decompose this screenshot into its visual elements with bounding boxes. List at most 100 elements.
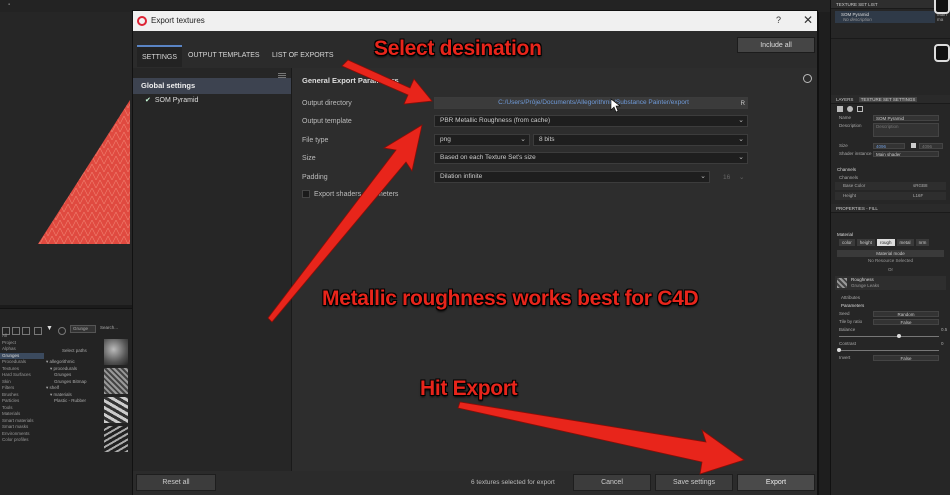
output-template-select[interactable]: PBR Metallic Roughness (from cache) ⌄ [434, 115, 748, 127]
reset-icon[interactable] [803, 74, 812, 83]
tab-output-templates[interactable]: Output templates [183, 45, 265, 67]
padding-select[interactable]: Dilation infinite ⌄ [434, 171, 710, 183]
invert-row: Invert False [831, 354, 950, 362]
description-row: Description Description [831, 122, 950, 142]
tab-texture-set-settings[interactable]: Texture Set Settings [858, 97, 918, 102]
shader-row: Shader instance Main shader [831, 150, 950, 158]
cancel-button[interactable]: Cancel [573, 474, 651, 491]
name-field[interactable]: SOM Pyramid [873, 115, 939, 121]
relative-path-button[interactable]: R [741, 99, 745, 109]
file-format-value: png [440, 136, 451, 143]
menu-stub: ▪ [8, 2, 11, 8]
random-button[interactable]: Random [873, 311, 939, 317]
output-template-label: Output template [302, 118, 352, 125]
attributes-section[interactable]: Attributes [831, 294, 950, 302]
invert-field[interactable]: False [873, 355, 939, 361]
shelf-category-list: All Project Alphas Grunges Procedurals Textur… [0, 333, 44, 444]
annotation-metallic: Metallic roughness works best for C4D [322, 287, 699, 310]
chevron-down-icon: ⌄ [700, 173, 706, 180]
tab-layers[interactable]: Layers [836, 97, 853, 102]
roughness-resource[interactable]: Roughness Grunge Leaks [835, 276, 946, 290]
help-button[interactable]: ? [776, 15, 781, 25]
filter-icon[interactable]: ▼ [46, 325, 54, 333]
bit-depth-select[interactable]: 8 bits ⌄ [533, 134, 748, 146]
export-shaders-label: Export shaders parameters [314, 191, 399, 198]
reset-all-button[interactable]: Reset all [136, 474, 216, 491]
layer-icon[interactable] [837, 106, 843, 112]
dialog-title: Export textures [151, 16, 205, 25]
material-channel-button[interactable]: metal [896, 239, 914, 246]
chevron-down-icon: ⌄ [738, 136, 744, 143]
material-mode-button[interactable]: Material mode [837, 250, 944, 257]
shelf-category-item[interactable]: Color profiles [0, 437, 44, 444]
thumbnail[interactable] [104, 397, 128, 423]
base-color-format[interactable]: sRGB8 [913, 182, 928, 190]
base-color-row: Base Color sRGB8 [835, 182, 946, 190]
material-buttons: color height rough metal nrm [831, 239, 950, 248]
thumbnail[interactable] [104, 426, 128, 452]
material-channel-button[interactable]: nrm [915, 239, 930, 246]
pyramid-mesh [38, 100, 130, 244]
export-textures-dialog: Export textures ? ✕ Settings Output temp… [132, 10, 818, 495]
roughness-thumb [837, 278, 847, 288]
padding-number[interactable]: 16 [723, 174, 730, 181]
right-toolbar-strip [818, 12, 830, 495]
material-channel-button[interactable]: rough [877, 239, 895, 246]
tab-list-of-exports[interactable]: List of exports [267, 45, 339, 67]
contrast-row: Contrast 0 [839, 341, 944, 346]
lock-icon[interactable] [911, 143, 916, 148]
description-field[interactable]: Description [873, 123, 939, 137]
shelf-filter-tag[interactable]: Grunge [70, 325, 96, 333]
thumbnail[interactable] [104, 368, 128, 394]
chevron-down-icon: ⌄ [520, 136, 526, 143]
texture-set-item[interactable]: SOM Pyramid No description Main ma [835, 11, 947, 23]
height-format[interactable]: L16F [913, 192, 923, 200]
size-select[interactable]: Based on each Texture Set's size ⌄ [434, 152, 748, 164]
shelf-thumbnails [104, 339, 132, 455]
3d-viewport[interactable] [0, 12, 132, 305]
tab-settings[interactable]: Settings [137, 45, 183, 67]
corner-overlay-icon [934, 44, 950, 62]
material-channel-button[interactable]: height [856, 239, 876, 246]
material-channel-button[interactable]: color [839, 239, 855, 246]
shelf-search-input[interactable]: Search... [98, 325, 130, 333]
chevron-down-icon: ⌄ [738, 117, 744, 124]
output-directory-field[interactable]: C:/Users/Prôje/Documents/Allegorithmic/S… [434, 97, 748, 109]
shelf-tree: ▾ allegorithmic ▾ procedurals Grunges Grung… [46, 359, 104, 405]
balance-value: 0.5 [941, 327, 948, 332]
include-all-button[interactable]: Include all [737, 37, 815, 53]
no-resource-label: No Resource Selected [867, 258, 914, 263]
export-parameters-panel: General Export Parameters Output directo… [292, 68, 817, 471]
save-settings-button[interactable]: Save settings [655, 474, 733, 491]
tile-ratio-field[interactable]: False [873, 319, 939, 325]
output-template-value: PBR Metallic Roughness (from cache) [440, 117, 551, 124]
material-icon[interactable] [847, 106, 853, 112]
size-label: Size [302, 155, 316, 162]
layers-tabs: Layers Texture Set Settings [831, 95, 950, 104]
export-button[interactable]: Export [737, 474, 815, 491]
or-label: Or [888, 267, 893, 272]
uv-icon[interactable] [857, 106, 863, 112]
tile-ratio-row: Tile by ratio False [831, 318, 950, 326]
global-settings-item[interactable]: Global settings [133, 78, 291, 94]
size-field-2[interactable]: 4096 [919, 143, 943, 149]
thumbnail[interactable] [104, 339, 128, 365]
texture-set-column: Global settings ✔ SOM Pyramid [133, 68, 292, 471]
chevron-down-icon: ⌄ [738, 154, 744, 161]
select-paths-label[interactable]: Select paths [62, 348, 87, 353]
circle-icon[interactable] [58, 327, 66, 335]
close-button[interactable]: ✕ [803, 13, 813, 27]
name-row: Name SOM Pyramid [831, 114, 950, 122]
texture-set-row[interactable]: ✔ SOM Pyramid [133, 94, 291, 108]
export-shaders-checkbox[interactable] [302, 190, 310, 198]
file-format-select[interactable]: png ⌄ [434, 134, 530, 146]
contrast-value: 0 [941, 341, 944, 346]
selected-count-label: 6 textures selected for export [471, 479, 555, 486]
size-field[interactable]: 4096 [873, 143, 905, 149]
shelf-tree-item[interactable]: Plastic - Rubber [46, 398, 104, 405]
chevron-down-icon[interactable]: ⌄ [739, 173, 744, 181]
material-title: Material [837, 232, 854, 237]
parameters-section[interactable]: Parameters [831, 302, 950, 310]
shader-field[interactable]: Main shader [873, 151, 939, 157]
check-icon[interactable]: ✔ [145, 97, 151, 104]
